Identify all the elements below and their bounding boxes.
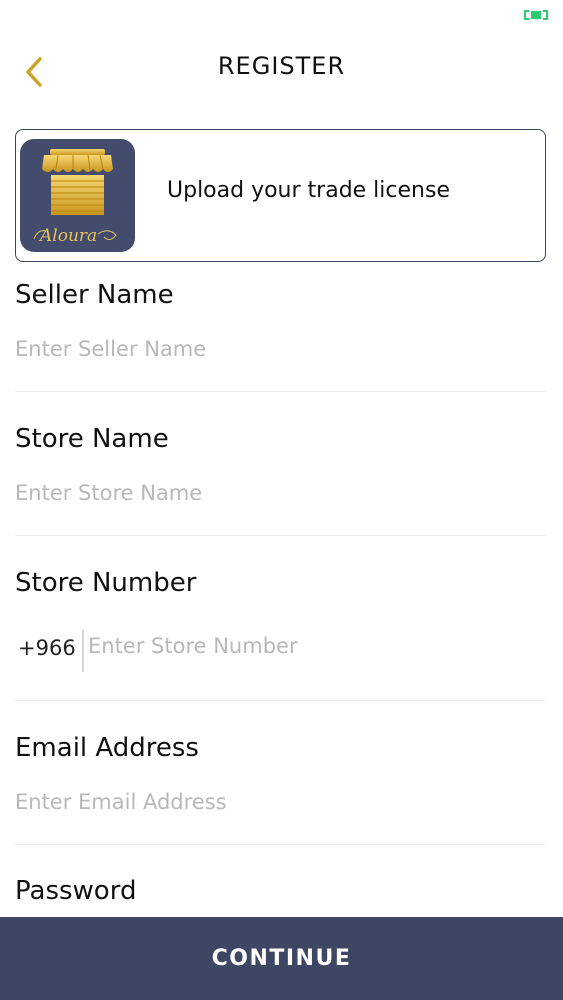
store-name-field: Store Name xyxy=(15,423,546,505)
country-code-prefix: +966 xyxy=(18,636,76,660)
divider xyxy=(15,391,546,392)
password-field: Password xyxy=(15,875,546,907)
upload-trade-license-card[interactable]: Aloura Upload your trade license xyxy=(15,129,546,262)
store-logo: Aloura xyxy=(20,139,135,252)
store-name-input[interactable] xyxy=(15,481,546,505)
store-number-field: Store Number xyxy=(15,567,546,599)
store-number-label: Store Number xyxy=(15,568,197,598)
store-awning-logo: Aloura xyxy=(33,149,117,246)
seller-name-label: Seller Name xyxy=(15,280,174,310)
email-field: Email Address xyxy=(15,732,546,814)
upload-label: Upload your trade license xyxy=(167,178,450,203)
logo-text: Aloura xyxy=(38,226,97,246)
continue-button[interactable]: CONTINUE xyxy=(0,917,563,1000)
divider xyxy=(15,535,546,536)
email-input[interactable] xyxy=(15,790,546,814)
divider xyxy=(15,700,546,701)
email-label: Email Address xyxy=(15,733,199,763)
battery-icon xyxy=(524,10,548,20)
app-header: REGISTER xyxy=(0,40,563,96)
seller-name-input[interactable] xyxy=(15,337,546,361)
seller-name-field: Seller Name xyxy=(15,279,546,361)
password-label: Password xyxy=(15,876,137,906)
store-number-input[interactable] xyxy=(88,634,528,658)
page-title: REGISTER xyxy=(217,52,346,80)
prefix-separator xyxy=(82,630,84,672)
store-name-label: Store Name xyxy=(15,424,169,454)
divider xyxy=(15,844,546,845)
store-number-row: +966 xyxy=(15,628,546,674)
